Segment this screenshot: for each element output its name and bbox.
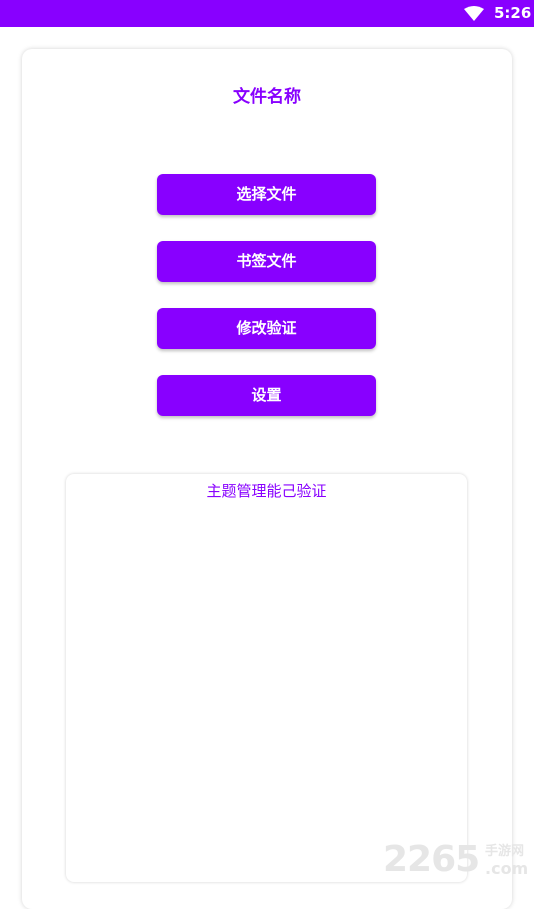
status-bar: 5:26 <box>0 0 534 27</box>
modify-verify-button[interactable]: 修改验证 <box>157 308 376 349</box>
file-name-title: 文件名称 <box>233 87 301 107</box>
watermark-site-name: 手游网 <box>485 844 525 859</box>
watermark-suffix: .com <box>485 859 529 878</box>
main-card: 文件名称 选择文件 书签文件 修改验证 设置 主题管理能己验证 <box>22 49 512 909</box>
site-watermark: 2265 手游网 .com <box>383 838 531 890</box>
watermark-number: 2265 <box>383 839 480 880</box>
theme-management-label: 主题管理能己验证 <box>206 482 327 500</box>
theme-management-panel: 主题管理能己验证 <box>66 474 467 882</box>
bookmark-file-button[interactable]: 书签文件 <box>157 241 376 282</box>
status-time: 5:26 <box>494 4 532 22</box>
settings-button[interactable]: 设置 <box>157 375 376 416</box>
select-file-button[interactable]: 选择文件 <box>157 174 376 215</box>
wifi-icon <box>464 6 484 22</box>
